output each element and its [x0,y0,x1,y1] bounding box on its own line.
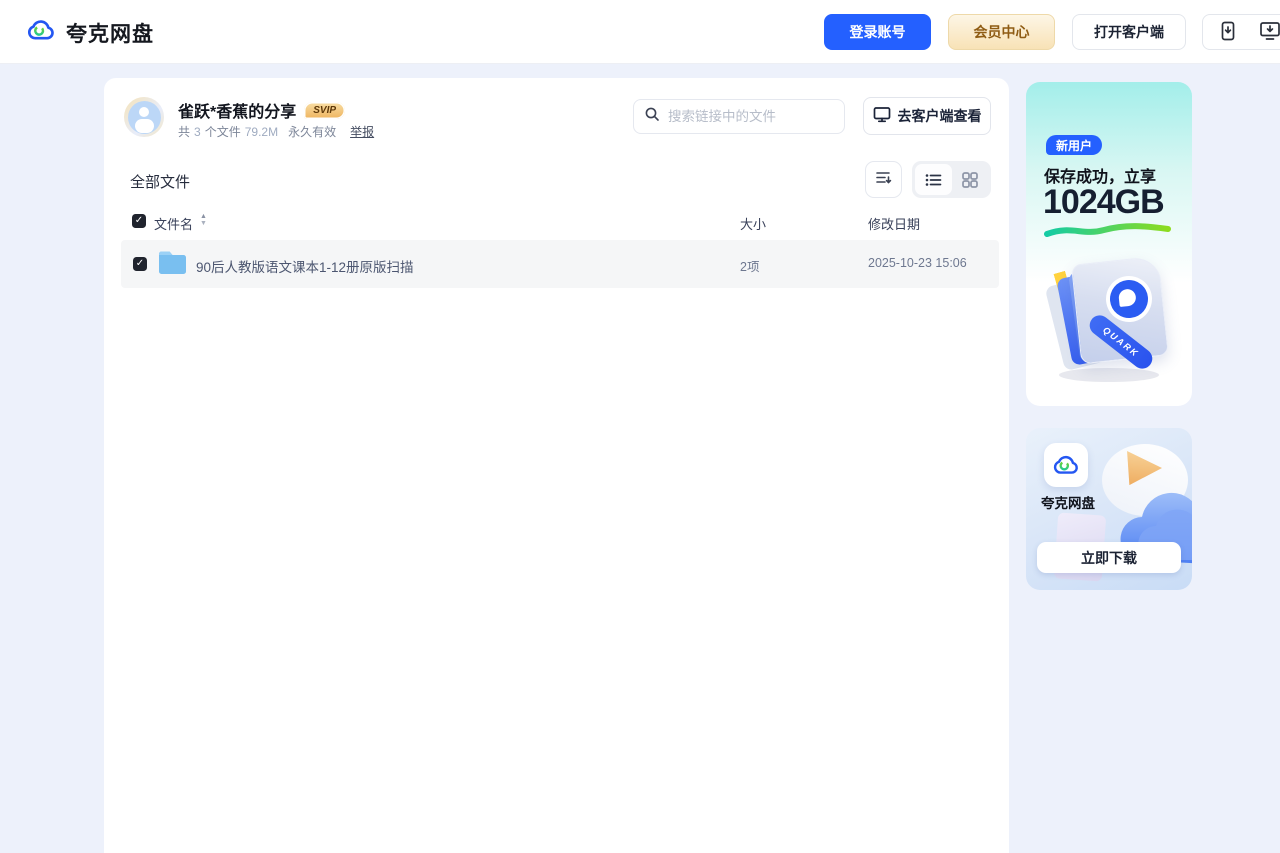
brand-name: 夸克网盘 [66,18,154,48]
login-button[interactable]: 登录账号 [824,14,931,50]
monitor-icon [873,106,891,126]
name-sort-arrows-icon[interactable]: ▲▼ [200,213,207,227]
folder-icon [157,249,188,281]
new-user-badge: 新用户 [1046,135,1102,155]
list-view-icon [925,173,942,187]
row-checkbox[interactable]: ✓ [133,257,147,271]
meta-unit: 个文件 [205,123,241,140]
meta-total-size: 79.2M [245,125,278,139]
file-name[interactable]: 90后人教版语文课本1-12册原版扫描 [196,256,414,276]
search-input[interactable] [668,109,845,124]
file-size: 2项 [740,256,759,275]
table-header: ✓ 文件名 ▲▼ 大小 修改日期 [104,211,1009,235]
avatar [124,97,164,137]
quark-app-icon [1044,443,1088,487]
green-swoosh-icon [1042,223,1174,239]
file-date: 2025-10-23 15:06 [868,256,967,270]
search-box[interactable] [633,99,845,134]
folder-illustration: QUARK [1046,250,1172,385]
list-view-button[interactable] [915,164,952,195]
brand-logo[interactable]: 夸克网盘 [26,15,154,50]
column-name[interactable]: 文件名 [154,214,193,233]
view-in-client-button[interactable]: 去客户端查看 [863,97,991,135]
open-client-button[interactable]: 打开客户端 [1072,14,1186,50]
search-icon [644,106,660,127]
promo-line2: 1024GB [1043,183,1164,222]
meta-prefix: 共 [178,123,190,140]
download-apps-group[interactable] [1202,14,1280,50]
grid-view-icon [962,172,978,188]
report-link[interactable]: 举报 [350,123,374,140]
table-row[interactable]: ✓ 90后人教版语文课本1-12册原版扫描 2项 2025-10-23 15:0… [121,240,999,288]
view-in-client-label: 去客户端查看 [898,106,982,126]
share-title: 雀跃*香蕉的分享 [178,98,296,122]
meta-file-count: 3 [194,125,201,139]
app-download-card[interactable]: 夸克网盘 立即下载 [1026,428,1192,590]
column-size: 大小 [740,214,766,233]
all-files-title: 全部文件 [130,171,190,192]
grid-view-button[interactable] [952,164,989,195]
svip-badge: SVIP [304,102,345,119]
quark-cloud-logo-icon [26,15,56,50]
top-header: 夸克网盘 登录账号 会员中心 打开客户端 [0,0,1280,64]
column-date: 修改日期 [868,214,920,233]
share-content-panel: 雀跃*香蕉的分享 SVIP 共 3 个文件 79.2M 永久有效 举报 去客户端… [104,78,1009,853]
sort-button[interactable] [865,161,902,198]
view-mode-toggle [912,161,991,198]
download-card-brand: 夸克网盘 [1041,492,1095,512]
share-meta: 共 3 个文件 79.2M 永久有效 举报 [178,123,374,140]
download-now-button[interactable]: 立即下载 [1037,542,1181,573]
desktop-download-icon[interactable] [1259,21,1280,44]
meta-validity: 永久有效 [288,123,336,140]
new-user-promo-card[interactable]: 新用户 保存成功，立享 1024GB QUARK [1026,82,1192,406]
vip-center-button[interactable]: 会员中心 [948,14,1055,50]
mobile-download-icon[interactable] [1219,21,1237,44]
sort-icon [875,170,892,190]
select-all-checkbox[interactable]: ✓ [132,214,146,228]
